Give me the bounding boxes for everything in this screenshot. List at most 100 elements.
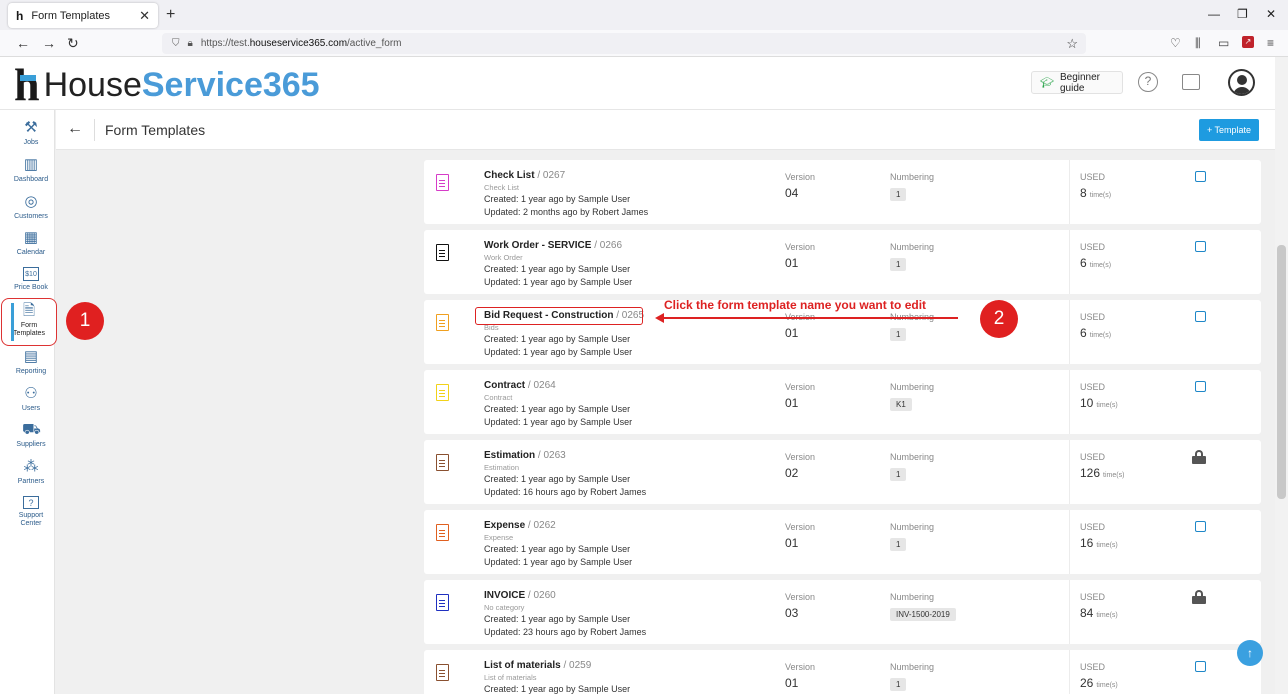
template-name[interactable]: Check List <box>484 170 535 181</box>
extension-icon[interactable]: ↗ <box>1242 36 1254 48</box>
template-row: Contract / 0264 Contract Created: 1 year a… <box>424 370 1261 434</box>
template-code: / 0259 <box>563 660 592 671</box>
select-checkbox[interactable] <box>1195 381 1206 392</box>
template-name-link[interactable]: Contract / 0264 <box>484 380 556 391</box>
help-icon[interactable]: ? <box>1138 72 1158 92</box>
times-label: time(s) <box>1089 192 1112 199</box>
sidebar-item-support-center[interactable]: ? Support Center <box>0 496 62 528</box>
select-checkbox[interactable] <box>1195 661 1206 672</box>
beginner-guide-button[interactable]: 🎓︎ Beginner guide <box>1031 71 1123 94</box>
template-row: Work Order - SERVICE / 0266 Work Order Cre… <box>424 230 1261 294</box>
template-code: / 0264 <box>527 380 556 391</box>
column-divider <box>1069 160 1070 224</box>
template-name[interactable]: Contract <box>484 380 525 391</box>
minimize-icon[interactable]: — <box>1208 7 1220 21</box>
avatar[interactable] <box>1228 69 1255 96</box>
site-favicon-icon: h <box>16 8 24 23</box>
numbering-label: Numbering <box>890 242 935 252</box>
template-name[interactable]: List of materials <box>484 660 561 671</box>
sidebar-item-jobs[interactable]: ⚒ Jobs <box>0 119 62 147</box>
sidebar-item-form-templates[interactable]: 🗎︎ Form Templates <box>1 298 57 346</box>
bar-chart-icon: ▥ <box>23 156 39 173</box>
add-template-button[interactable]: + Template <box>1199 119 1259 141</box>
file-icon <box>436 524 449 541</box>
tools-icon: ⚒ <box>24 119 38 136</box>
column-divider <box>1069 300 1070 364</box>
logo[interactable]: h House Service365 <box>14 62 320 108</box>
numbering-label: Numbering <box>890 662 935 672</box>
times-label: time(s) <box>1089 262 1112 269</box>
sidebar-item-partners[interactable]: ⁂ Partners <box>0 459 62 486</box>
pocket-icon[interactable]: ♡ <box>1170 36 1181 50</box>
version-label: Version <box>785 242 816 252</box>
forward-icon[interactable]: → <box>42 35 56 51</box>
version-label: Version <box>785 592 816 602</box>
menu-icon[interactable]: ≡ <box>1267 36 1274 50</box>
lock-icon <box>1192 450 1206 464</box>
template-name-link[interactable]: Check List / 0267 <box>484 170 565 181</box>
template-category: Expense <box>484 533 514 542</box>
documents-icon[interactable] <box>1182 74 1200 90</box>
file-icon <box>436 244 449 261</box>
reload-icon[interactable]: ↻ <box>67 35 79 52</box>
numbering-label: Numbering <box>890 522 935 532</box>
sidebar-item-customers[interactable]: ◎ Customers <box>0 194 62 221</box>
support-icon: ? <box>23 496 39 509</box>
template-row: Estimation / 0263 Estimation Created: 1 ye… <box>424 440 1261 504</box>
restore-icon[interactable]: ❐ <box>1237 7 1248 21</box>
template-name-link[interactable]: Estimation / 0263 <box>484 450 566 461</box>
form-templates-icon: 🗎︎ <box>22 302 36 319</box>
beginner-guide-label: Beginner guide <box>1059 71 1100 94</box>
template-row: List of materials / 0259 List of material… <box>424 650 1261 694</box>
template-name-link[interactable]: List of materials / 0259 <box>484 660 591 671</box>
used-label: USED <box>1080 312 1106 322</box>
template-name[interactable]: INVOICE <box>484 590 525 601</box>
select-checkbox[interactable] <box>1195 311 1206 322</box>
sidebar-toggle-icon[interactable]: ▭ <box>1218 36 1229 50</box>
users-icon: ⚇ <box>24 385 38 402</box>
scroll-to-top-button[interactable]: ↑ <box>1237 640 1263 666</box>
active-indicator <box>11 303 14 341</box>
sidebar-item-suppliers[interactable]: ⛟ Suppliers <box>0 422 62 449</box>
sidebar-item-dashboard[interactable]: ▥ Dashboard <box>0 156 62 184</box>
browser-nav-bar: ← → ↻ ⛉ 🔒︎ https://test. houseservice365.… <box>0 30 1288 57</box>
sidebar-item-label: Form Templates <box>13 322 45 337</box>
sidebar-item-calendar[interactable]: ▦ Calendar <box>0 230 62 257</box>
window-close-icon[interactable]: ✕ <box>1266 7 1276 21</box>
version-label: Version <box>785 522 816 532</box>
scrollbar-thumb[interactable] <box>1277 245 1286 499</box>
used-value: 84 time(s) <box>1080 606 1118 620</box>
back-icon[interactable]: ← <box>16 35 30 51</box>
numbering-value: INV-1500-2019 <box>890 608 956 621</box>
sidebar-item-price-book[interactable]: $10 Price Book <box>0 267 62 291</box>
template-name[interactable]: Work Order - SERVICE <box>484 240 591 251</box>
select-checkbox[interactable] <box>1195 241 1206 252</box>
numbering-label: Numbering <box>890 382 935 392</box>
numbering-label: Numbering <box>890 172 935 182</box>
scrollbar[interactable] <box>1275 57 1288 694</box>
library-icon[interactable]: ⫼ <box>1195 36 1201 51</box>
template-code: / 0262 <box>527 520 556 531</box>
select-checkbox[interactable] <box>1195 521 1206 532</box>
updated-text: Updated: 16 hours ago by Robert James <box>484 487 647 497</box>
sidebar-item-users[interactable]: ⚇ Users <box>0 385 62 413</box>
bookmark-star-icon[interactable]: ☆ <box>1066 36 1078 52</box>
sidebar-item-label: Support Center <box>18 512 44 527</box>
template-code: / 0263 <box>537 450 566 461</box>
template-name-link[interactable]: INVOICE / 0260 <box>484 590 556 601</box>
sidebar-item-label: Suppliers <box>16 441 46 448</box>
template-row: Expense / 0262 Expense Created: 1 year ago… <box>424 510 1261 574</box>
template-name-link[interactable]: Expense / 0262 <box>484 520 556 531</box>
template-name[interactable]: Expense <box>484 520 525 531</box>
back-arrow-icon[interactable]: ← <box>67 120 83 138</box>
browser-tab[interactable]: h Form Templates ✕ <box>8 3 158 28</box>
template-name[interactable]: Estimation <box>484 450 535 461</box>
tab-close-icon[interactable]: ✕ <box>139 8 150 24</box>
sidebar-item-reporting[interactable]: ▤ Reporting <box>0 349 62 376</box>
annotation-arrow-head-icon <box>655 313 664 323</box>
template-name-link[interactable]: Work Order - SERVICE / 0266 <box>484 240 622 251</box>
times-label: time(s) <box>1096 612 1118 619</box>
url-bar[interactable]: ⛉ 🔒︎ https://test. houseservice365.com/ac… <box>162 33 1086 54</box>
new-tab-button[interactable]: + <box>166 6 175 24</box>
select-checkbox[interactable] <box>1195 171 1206 182</box>
